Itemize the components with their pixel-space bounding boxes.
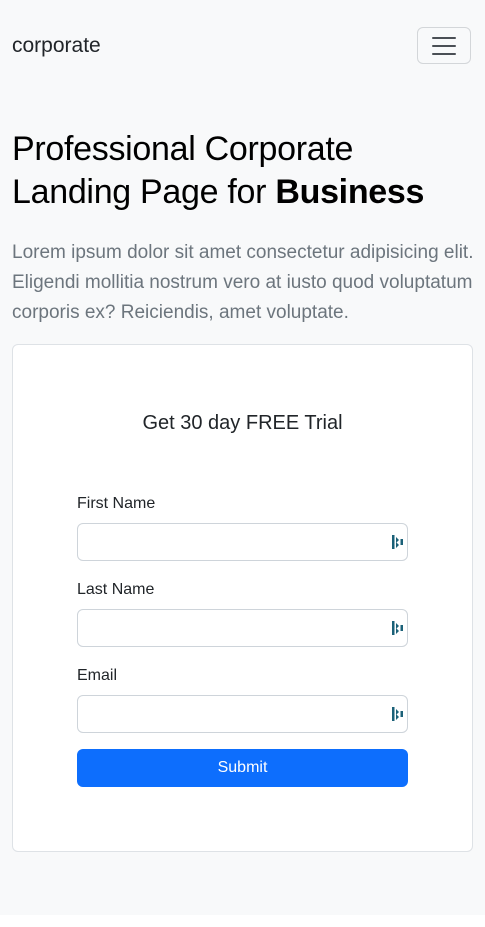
autofill-extension-icon xyxy=(392,535,403,549)
brand-logo-link[interactable]: corporate xyxy=(12,32,101,60)
hero-title-emphasis: Business xyxy=(275,173,425,211)
hero-title: Professional Corporate Landing Page for … xyxy=(12,128,474,214)
first-name-label: First Name xyxy=(77,495,156,512)
navbar-toggle-button[interactable] xyxy=(417,27,471,64)
submit-button[interactable]: Submit xyxy=(77,749,408,787)
email-label: Email xyxy=(77,667,118,684)
autofill-extension-icon xyxy=(392,707,403,721)
hero-lead-text: Lorem ipsum dolor sit amet consectetur a… xyxy=(12,242,474,323)
navbar: corporate xyxy=(0,0,485,92)
form-title: Get 30 day FREE Trial xyxy=(142,412,343,434)
last-name-label: Last Name xyxy=(77,581,155,598)
hamburger-menu-icon xyxy=(432,37,456,55)
last-name-input[interactable] xyxy=(77,609,408,647)
autofill-extension-icon xyxy=(392,621,403,635)
email-input[interactable] xyxy=(77,695,408,733)
trial-signup-card: Get 30 day FREE Trial First Name Last Na… xyxy=(12,344,473,852)
first-name-input[interactable] xyxy=(77,523,408,561)
